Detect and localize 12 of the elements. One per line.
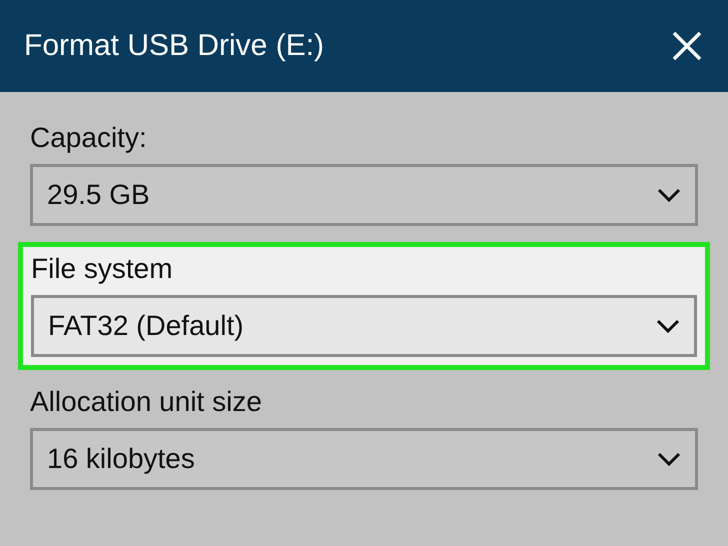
chevron-icon xyxy=(657,188,681,202)
close-button[interactable] xyxy=(672,31,702,61)
chevron-icon xyxy=(657,452,681,466)
chevron-icon xyxy=(656,319,680,333)
dropdown[interactable]: 16 kilobytes xyxy=(30,428,698,490)
field-label: Allocation unit size xyxy=(30,386,263,418)
field-label: Capacity: xyxy=(30,122,148,154)
window-title: Format USB Drive (E:) xyxy=(24,29,324,63)
close-icon xyxy=(672,31,702,61)
field-label: File system xyxy=(31,253,174,285)
dropdown[interactable]: FAT32 (Default) xyxy=(31,295,697,357)
dropdown[interactable]: 29.5 GB xyxy=(30,164,698,226)
